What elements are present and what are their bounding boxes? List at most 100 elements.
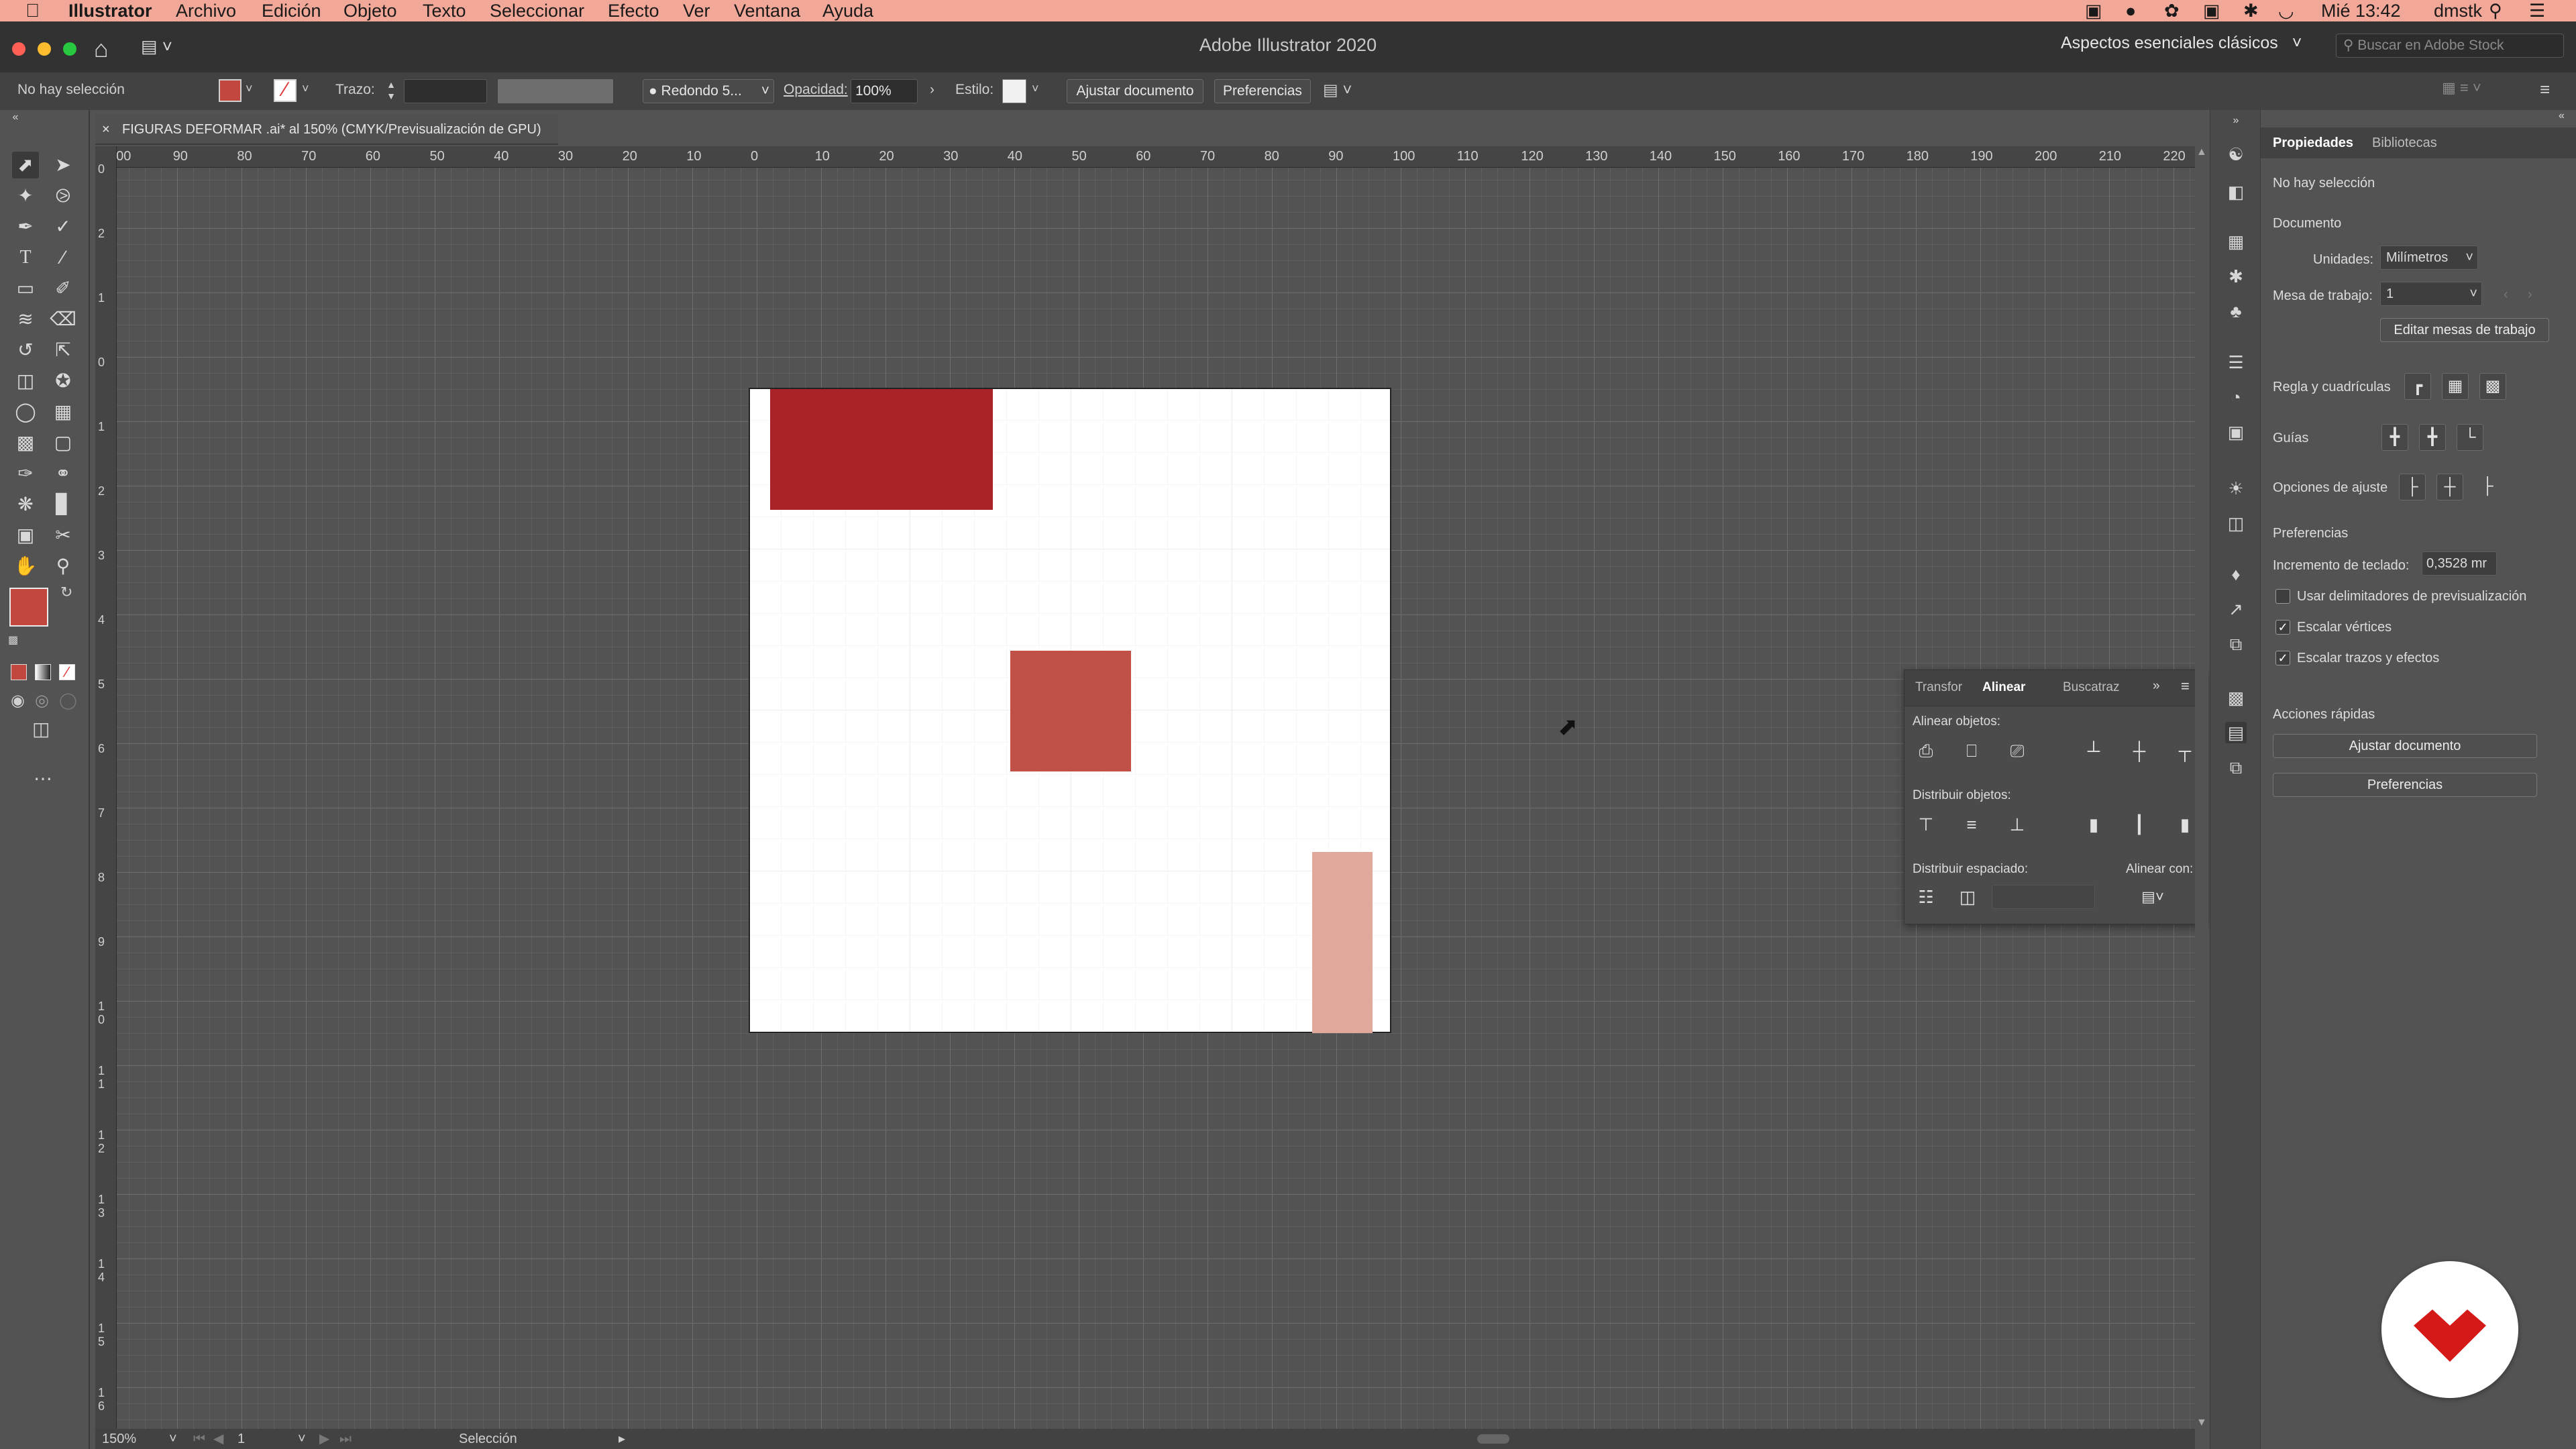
first-artboard-icon[interactable]: ⏮ <box>193 1429 205 1449</box>
previous-artboard-icon[interactable]: ◀ <box>213 1429 223 1449</box>
scrollbar-thumb[interactable] <box>1477 1434 1509 1444</box>
horizontal-distribute-space-icon[interactable]: ◫ <box>1955 885 1980 909</box>
gradient-tool-icon[interactable]: ▢ <box>50 429 76 456</box>
distribute-right-icon[interactable]: ▮ <box>2173 812 2197 837</box>
horizontal-scrollbar[interactable] <box>645 1434 2182 1444</box>
scale-corners-checkbox[interactable]: ✓ <box>2275 620 2290 635</box>
next-artboard-icon[interactable]: ▶ <box>319 1429 329 1449</box>
horizontal-ruler[interactable]: 100 90 80 70 60 50 40 30 20 10 0 10 20 30 40 50 60 70 80 90… <box>95 146 2195 168</box>
appearance-icon[interactable]: ☀ <box>2225 478 2247 499</box>
clock[interactable]: Mié 13:42 <box>2321 0 2401 21</box>
align-right-icon[interactable]: ⎚ <box>2005 739 2029 763</box>
menu-objeto[interactable]: Objeto <box>343 0 397 21</box>
align-top-icon[interactable]: ┴ <box>2082 739 2106 763</box>
align-panel-icon[interactable]: ▤ <box>2225 722 2247 743</box>
tab-transform[interactable]: Transfor <box>1915 680 1962 695</box>
tab-pathfinder[interactable]: Buscatraz <box>2063 680 2119 695</box>
artboard-number-dropdown[interactable]: 1 ˅ <box>237 1429 311 1449</box>
align-bottom-icon[interactable]: ┬ <box>2173 739 2197 763</box>
scale-tool-icon[interactable]: ⇱ <box>50 337 76 364</box>
zoom-dropdown[interactable]: 150% ˅ <box>102 1429 182 1449</box>
menu-ver[interactable]: Ver <box>683 0 710 21</box>
chevron-down-icon[interactable]: ˅ <box>246 82 253 96</box>
lock-guides-icon[interactable]: ╋ <box>2419 424 2446 451</box>
shape-builder-tool-icon[interactable]: ◯ <box>12 398 39 425</box>
menu-ventana[interactable]: Ventana <box>734 0 800 21</box>
apple-icon[interactable]:  <box>25 0 40 21</box>
zoom-tool-icon[interactable]: ⚲ <box>50 553 76 580</box>
artboards-icon[interactable]: ⧉ <box>2225 633 2247 655</box>
tab-libraries[interactable]: Bibliotecas <box>2372 136 2437 151</box>
user-name[interactable]: dmstk <box>2434 0 2482 21</box>
props-collapse-icon[interactable]: « <box>2559 110 2565 122</box>
screen-mode-icon[interactable]: ◫ <box>32 718 50 740</box>
document-tab[interactable]: × FIGURAS DEFORMAR .ai* al 150% (CMYK/Pr… <box>95 114 558 145</box>
menu-seleccionar[interactable]: Seleccionar <box>490 0 584 21</box>
expand-panel-icon[interactable]: » <box>2153 679 2160 694</box>
creative-cloud-icon[interactable]: ● <box>2125 0 2136 21</box>
vertical-scrollbar[interactable]: ▲ ▼ <box>2195 146 2208 1429</box>
pathfinder-icon[interactable]: ⧉ <box>2225 757 2247 778</box>
rectangle-tool-icon[interactable]: ▭ <box>12 275 39 302</box>
discord-icon[interactable]: ▣ <box>2203 0 2220 21</box>
brush-dropdown[interactable]: ● Redondo 5... ˅ <box>643 79 774 103</box>
swatches-icon[interactable]: ▦ <box>2225 231 2247 252</box>
menu-edicion[interactable]: Edición <box>262 0 321 21</box>
arrange-documents-icon[interactable]: ▤ ˅ <box>141 36 178 56</box>
fill-swatch[interactable] <box>219 79 241 102</box>
workspace-switcher[interactable]: Aspectos esenciales clásicos ˅ <box>2061 34 2302 53</box>
none-mode-icon[interactable]: ∕ <box>59 664 75 680</box>
chevron-down-icon[interactable]: ˅ <box>302 82 309 96</box>
blend-tool-icon[interactable]: ⚭ <box>50 460 76 487</box>
symbols-icon[interactable]: ♣ <box>2225 301 2247 322</box>
panel-options-icon[interactable]: ▦ ≡ ˅ <box>2442 79 2481 97</box>
pink-rectangle[interactable] <box>1312 852 1373 1033</box>
magic-wand-tool-icon[interactable]: ✦ <box>12 182 39 209</box>
transform-panel-icon[interactable]: ▩ <box>2225 687 2247 708</box>
fit-document-button[interactable]: Ajustar documento <box>1067 79 1203 103</box>
paintbrush-tool-icon[interactable]: ✐ <box>50 275 76 302</box>
menu-archivo[interactable]: Archivo <box>176 0 236 21</box>
slice-tool-icon[interactable]: ✂ <box>50 522 76 549</box>
align-options-icon[interactable]: ▤ ˅ <box>1323 80 1352 100</box>
distribute-bottom-icon[interactable]: ⊥ <box>2005 812 2029 837</box>
keyboard-increment-input[interactable]: 0,3528 mr <box>2422 551 2497 576</box>
graphic-styles-icon[interactable]: ◫ <box>2225 513 2247 534</box>
lasso-tool-icon[interactable]: ⧁ <box>50 182 76 209</box>
free-transform-tool-icon[interactable]: ◫ <box>12 368 39 394</box>
align-vertical-center-icon[interactable]: ┼ <box>2127 739 2151 763</box>
bluetooth-icon[interactable]: ✱ <box>2243 0 2259 21</box>
scale-strokes-checkbox[interactable]: ✓ <box>2275 651 2290 665</box>
screen-share-icon[interactable]: ▣ <box>2085 0 2102 21</box>
cc-sync-icon[interactable]: ✿ <box>2164 0 2180 21</box>
minimize-window-button[interactable] <box>38 42 51 56</box>
preview-bounds-checkbox[interactable] <box>2275 589 2290 604</box>
quick-fit-document-button[interactable]: Ajustar documento <box>2273 734 2537 758</box>
align-left-icon[interactable]: ⎙ <box>1914 739 1938 763</box>
artboard-tool-icon[interactable]: ▣ <box>12 522 39 549</box>
pen-tool-icon[interactable]: ✒ <box>12 213 39 240</box>
spotlight-icon[interactable]: ⚲ <box>2489 0 2502 21</box>
edit-toolbar-icon[interactable]: ⋯ <box>34 767 52 790</box>
align-to-selection-dropdown[interactable]: ▤˅ <box>2133 885 2173 909</box>
brushes-icon[interactable]: ✱ <box>2225 266 2247 287</box>
perspective-grid-tool-icon[interactable]: ▦ <box>50 398 76 425</box>
export-icon[interactable]: ↗ <box>2225 598 2247 620</box>
direct-selection-tool-icon[interactable]: ➤ <box>50 152 76 178</box>
vertical-distribute-space-icon[interactable]: ☷ <box>1914 885 1938 909</box>
column-graph-tool-icon[interactable]: ▊ <box>50 491 76 518</box>
stroke-stepper[interactable]: ▲ ▼ <box>384 79 398 103</box>
rotate-tool-icon[interactable]: ↺ <box>12 337 39 364</box>
artboard-select[interactable]: 1 ˅ <box>2380 282 2482 306</box>
dark-red-rectangle[interactable] <box>770 389 993 510</box>
panel-menu-icon[interactable]: ≡ <box>2540 79 2550 100</box>
notification-center-icon[interactable]: ☰ <box>2529 0 2545 21</box>
grid-icon[interactable]: ▦ <box>2442 373 2469 400</box>
wifi-icon[interactable]: ◡ <box>2278 0 2294 21</box>
variable-width-dropdown[interactable] <box>498 79 613 103</box>
draw-inside-icon[interactable]: ◯ <box>59 691 77 710</box>
next-artboard-icon[interactable]: › <box>2528 287 2532 303</box>
menu-texto[interactable]: Texto <box>423 0 466 21</box>
default-colors-icon[interactable]: ▩ <box>8 633 18 647</box>
curvature-tool-icon[interactable]: ✓ <box>50 213 76 240</box>
